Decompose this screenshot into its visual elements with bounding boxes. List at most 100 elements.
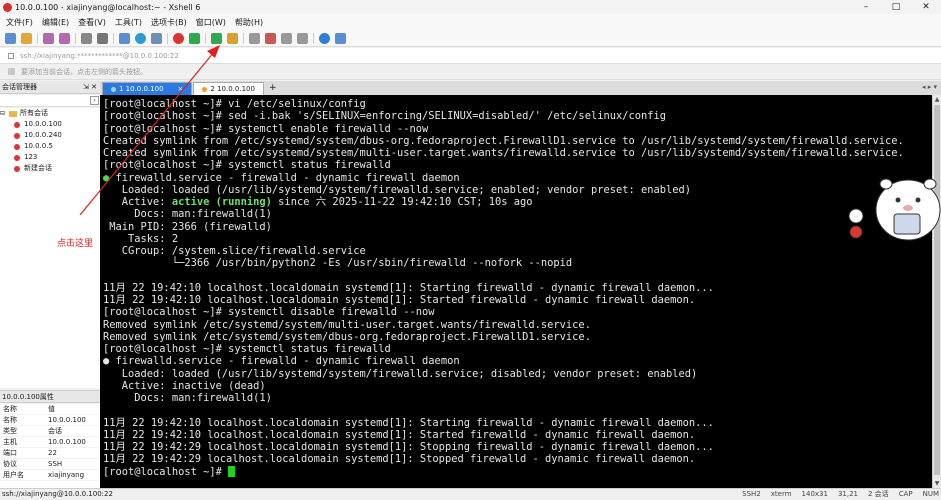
menu-bar: 文件(F) 编辑(E) 查看(V) 工具(T) 选项卡(B) 窗口(W) 帮助(…: [0, 14, 941, 30]
session-search-go-icon[interactable]: ›: [90, 96, 99, 105]
menu-view[interactable]: 查看(V): [78, 17, 106, 28]
terminal-text: Loaded: loaded (/usr/lib/systemd/system/…: [103, 367, 698, 380]
tab-label: 2 10.0.0.100: [210, 84, 255, 93]
new-session-icon[interactable]: [5, 32, 16, 44]
terminal-text: Removed symlink /etc/systemd/system/mult…: [103, 318, 591, 331]
terminal-text: firewalld.service - firewalld - dynamic …: [109, 355, 460, 368]
script-icon[interactable]: [265, 32, 276, 44]
session-icon: [14, 154, 20, 161]
close-button[interactable]: ✕: [911, 0, 941, 14]
menu-window[interactable]: 窗口(W): [196, 17, 226, 28]
minimize-button[interactable]: –: [851, 0, 881, 14]
help-icon[interactable]: [319, 32, 330, 44]
tree-item[interactable]: 10.0.0.240: [0, 130, 100, 141]
status-right: SSH2 xterm 140x31 31,21 2 会话 CAP NUM: [742, 489, 939, 500]
layout-icon[interactable]: [297, 32, 308, 44]
prop-value: 值: [48, 405, 55, 413]
terminal-text: 11月 22 19:42:10 localhost.localdomain sy…: [103, 281, 714, 294]
prop-value: xiajinyang: [48, 471, 85, 479]
address-lock-icon: [8, 52, 14, 59]
terminal-line: Active: active (running) since 六 2025-11…: [103, 196, 932, 208]
terminal-line: 11月 22 19:42:29 localhost.localdomain sy…: [103, 441, 932, 453]
maximize-button[interactable]: □: [881, 0, 911, 14]
tab-status-icon: [202, 86, 208, 92]
terminal-output[interactable]: [root@localhost ~]# vi /etc/selinux/conf…: [100, 95, 932, 488]
menu-edit[interactable]: 编辑(E): [42, 17, 69, 28]
tree-item-label: 10.0.0.100: [24, 120, 62, 128]
properties-icon[interactable]: [119, 32, 130, 44]
terminal-line: Docs: man:firewalld(1): [103, 392, 932, 404]
window-controls: – □ ✕: [851, 0, 941, 14]
tree-item[interactable]: 新建会话: [0, 163, 100, 174]
tree-item-label: 10.0.0.5: [24, 142, 53, 150]
tab-status-icon: [111, 86, 116, 92]
toolbar-separator: [205, 32, 206, 44]
menu-file[interactable]: 文件(F): [6, 17, 33, 28]
fullscreen-icon[interactable]: [211, 32, 222, 44]
session-manager-pin-close[interactable]: ⇲ ✕: [83, 81, 97, 94]
toolbar-separator: [37, 32, 38, 44]
scroll-up-icon[interactable]: ▲: [933, 95, 941, 104]
keyboard-icon[interactable]: [249, 32, 260, 44]
tab-close-icon[interactable]: ×: [178, 83, 184, 96]
terminal-text: 11月 22 19:42:10 localhost.localdomain sy…: [103, 428, 696, 441]
status-terminal-type: xterm: [770, 490, 792, 498]
prop-key: 协议: [3, 460, 17, 468]
terminal-line: ● firewalld.service - firewalld - dynami…: [103, 355, 932, 367]
tab-bar: 1 10.0.0.100 × 2 10.0.0.100 + ◂ ▸ ▾: [100, 81, 941, 95]
menu-tools[interactable]: 工具(T): [115, 17, 142, 28]
tab-nav-arrows[interactable]: ◂ ▸ ▾: [922, 83, 937, 91]
terminal-text: Main PID: 2366 (firewalld): [103, 220, 272, 233]
terminal-line: Active: inactive (dead): [103, 380, 932, 392]
scroll-down-icon[interactable]: ▼: [933, 479, 941, 488]
session-icon: [14, 121, 20, 128]
copy-icon[interactable]: [81, 32, 92, 44]
address-bar[interactable]: ssh://xiajinyang:*************@10.0.0.10…: [0, 48, 941, 64]
xftp-icon[interactable]: [189, 32, 200, 44]
scroll-thumb[interactable]: [934, 105, 940, 475]
terminal-line: Created symlink from /etc/systemd/system…: [103, 135, 932, 147]
terminal-line: 11月 22 19:42:29 localhost.localdomain sy…: [103, 453, 932, 465]
tab-session-1[interactable]: 1 10.0.0.100 ×: [102, 82, 193, 96]
terminal-text: Loaded: loaded (/usr/lib/systemd/system/…: [103, 183, 692, 196]
status-cursor-pos: 31,21: [837, 490, 858, 498]
prop-value: 10.0.0.100: [48, 416, 86, 424]
compose-icon[interactable]: [281, 32, 292, 44]
lock-icon[interactable]: [227, 32, 238, 44]
session-search-field[interactable]: ›: [0, 95, 100, 107]
menu-tabs[interactable]: 选项卡(B): [151, 17, 187, 28]
tree-item[interactable]: 10.0.0.5: [0, 141, 100, 152]
terminal-text: firewalld.service - firewalld - dynamic …: [109, 171, 460, 184]
terminal-text: CGroup: /system.slice/firewalld.service: [103, 245, 366, 257]
open-folder-icon[interactable]: [21, 32, 32, 44]
status-protocol: SSH2: [742, 490, 761, 498]
tab-label: 1 10.0.0.100: [119, 84, 164, 93]
menu-help[interactable]: 帮助(H): [235, 17, 263, 28]
font-icon[interactable]: [151, 32, 162, 44]
prop-key: 名称: [3, 405, 17, 413]
new-tab-button[interactable]: +: [265, 82, 281, 95]
table-row: 用户名 xiajinyang: [0, 470, 100, 481]
chat-icon[interactable]: [335, 32, 346, 44]
terminal-text: 11月 22 19:42:10 localhost.localdomain sy…: [103, 294, 696, 306]
unlink-icon[interactable]: [59, 32, 70, 44]
tree-item[interactable]: 10.0.0.100: [0, 119, 100, 130]
terminal-line: Created symlink from /etc/systemd/system…: [103, 147, 932, 159]
tree-item[interactable]: 123: [0, 152, 100, 163]
globe-icon[interactable]: [135, 32, 146, 44]
tree-root-all-sessions[interactable]: ⊟ 所有会话: [0, 108, 100, 119]
terminal-line: [root@localhost ~]# vi /etc/selinux/conf…: [103, 98, 932, 110]
xshell-icon[interactable]: [173, 32, 184, 44]
terminal-line: CGroup: /system.slice/firewalld.service: [103, 245, 932, 257]
tab-session-2[interactable]: 2 10.0.0.100: [193, 82, 264, 95]
session-icon: [14, 143, 20, 150]
find-icon[interactable]: [97, 32, 108, 44]
prop-value: SSH: [48, 460, 63, 468]
toolbar-separator: [75, 32, 76, 44]
terminal-line: └─2366 /usr/bin/python2 -Es /usr/sbin/fi…: [103, 257, 932, 269]
terminal-scrollbar[interactable]: ▲ ▼: [932, 95, 941, 488]
status-num: NUM: [922, 490, 939, 498]
link-icon[interactable]: [43, 32, 54, 44]
collapse-icon[interactable]: ⊟: [0, 108, 6, 119]
terminal-text: [root@localhost ~]# systemctl enable fir…: [103, 122, 429, 135]
